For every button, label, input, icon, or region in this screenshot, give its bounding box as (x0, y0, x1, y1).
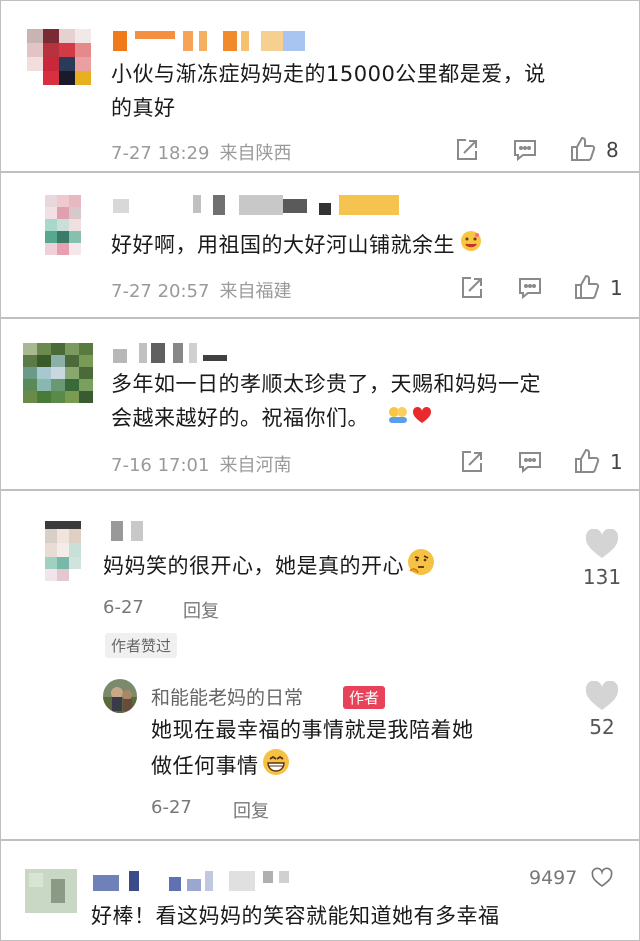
thumbs-up-icon[interactable] (573, 447, 601, 475)
reply-button[interactable]: 回复 (233, 797, 269, 823)
comment-card: 9497 好棒！看这妈妈的笑容就能知道她有多幸福 (0, 840, 640, 941)
username-redacted[interactable] (113, 343, 227, 365)
grinning-emoji-icon (261, 747, 291, 787)
avatar[interactable] (23, 343, 93, 403)
share-icon[interactable] (459, 449, 485, 475)
comment-location: 来自河南 (219, 455, 292, 476)
comment-icon[interactable] (512, 137, 538, 163)
comment-icon[interactable] (517, 449, 543, 475)
avatar[interactable] (45, 521, 81, 581)
comment-meta: 7-16 17:01 来自河南 (111, 451, 291, 477)
heart-icon[interactable] (591, 867, 613, 889)
heart-icon[interactable] (585, 680, 619, 711)
comment-location: 来自福建 (219, 281, 292, 302)
comment-thread-card: 妈妈笑的很开心，她是真的开心 6-27 回复 作者赞过 131 和能能老妈的日常… (0, 490, 640, 840)
share-icon[interactable] (454, 137, 480, 163)
emoji-icon (459, 229, 483, 263)
author-username[interactable]: 和能能老妈的日常 (151, 683, 303, 710)
avatar[interactable] (25, 869, 77, 913)
like-count: 8 (606, 138, 619, 162)
comment-icon[interactable] (517, 275, 543, 301)
thinking-emoji-icon (406, 547, 436, 587)
comment-date: 7-27 18:29 (111, 143, 210, 164)
share-icon[interactable] (459, 275, 485, 301)
thumbs-up-icon[interactable] (573, 273, 601, 301)
like-count: 131 (582, 565, 622, 589)
comment-text: 妈妈笑的很开心，她是真的开心 (103, 547, 573, 587)
username-redacted[interactable] (93, 871, 303, 893)
comment-date: 6-27 (103, 597, 144, 618)
username-redacted[interactable] (111, 521, 151, 543)
heart-emoji-icon (411, 402, 433, 436)
reply-text: 她现在最幸福的事情就是我陪着她 做任何事情 (151, 713, 571, 787)
comment-location: 来自陕西 (219, 143, 292, 164)
comment-text: 小伙与渐冻症妈妈走的15000公里都是爱，说 的真好 (111, 62, 546, 120)
username-redacted[interactable] (113, 31, 313, 53)
thumbs-up-icon[interactable] (569, 135, 597, 163)
avatar[interactable] (27, 29, 91, 87)
comment-date: 7-16 17:01 (111, 455, 210, 476)
author-tag-badge: 作者 (343, 686, 386, 709)
author-liked-badge: 作者赞过 (105, 633, 178, 658)
like-count: 1 (610, 450, 623, 474)
reply-date: 6-27 (151, 797, 192, 818)
heart-icon[interactable] (585, 528, 619, 559)
comment-meta: 7-27 20:57 来自福建 (111, 277, 291, 303)
comment-meta: 7-27 18:29 来自陕西 (111, 139, 291, 165)
comment-card: 小伙与渐冻症妈妈走的15000公里都是爱，说 的真好 7-27 18:29 来自陕… (0, 0, 640, 172)
username-redacted[interactable] (113, 195, 403, 217)
comment-text: 好好啊，用祖国的大好河山铺就余生 (111, 228, 621, 263)
comment-card: 多年如一日的孝顺太珍贵了，天赐和妈妈一定 会越来越好的。祝福你们。 7-16 1… (0, 318, 640, 490)
like-count: 1 (610, 276, 623, 300)
hug-emoji-icon (387, 402, 409, 436)
comment-text: 好棒！看这妈妈的笑容就能知道她有多幸福 (91, 904, 500, 928)
author-avatar[interactable] (103, 679, 137, 713)
avatar[interactable] (45, 195, 81, 265)
reply-button[interactable]: 回复 (183, 597, 219, 623)
comment-card: 好好啊，用祖国的大好河山铺就余生 7-27 20:57 来自福建 1 (0, 172, 640, 318)
like-count: 9497 (529, 867, 578, 889)
comment-text: 多年如一日的孝顺太珍贵了，天赐和妈妈一定 会越来越好的。祝福你们。 (111, 367, 621, 436)
comment-date: 7-27 20:57 (111, 281, 210, 302)
like-count: 52 (589, 715, 615, 739)
